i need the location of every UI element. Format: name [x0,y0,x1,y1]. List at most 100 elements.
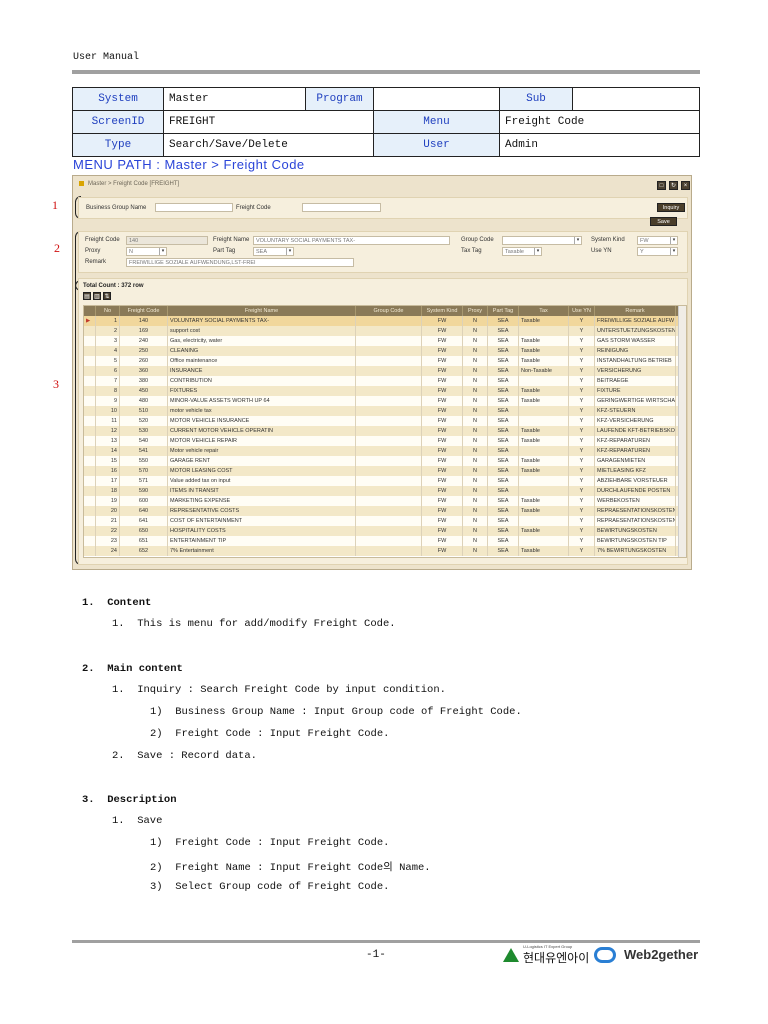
doc-line: 1. Save [112,815,163,827]
column-header[interactable]: Freight Name [168,306,356,316]
table-cell [519,416,569,426]
table-cell: Taxable [519,436,569,446]
table-cell [356,496,422,506]
table-cell: FW [422,436,463,446]
use-yn-select[interactable]: Y ▾ [637,247,678,256]
column-header[interactable]: Group Code [356,306,422,316]
row-marker [84,396,96,406]
doc-line: 1) Freight Code : Input Freight Code. [150,837,390,849]
table-cell [356,456,422,466]
table-cell: N [463,526,488,536]
table-row[interactable]: 17 571 Value added tax on input FW N SEA Y ABZI… [84,476,686,486]
table-cell: Taxable [519,346,569,356]
table-row[interactable]: 11 520 MOTOR VEHICLE INSURANCE FW N SEA Y KFZ-V… [84,416,686,426]
table-row[interactable]: 16 570 MOTOR LEASING COST FW N SEA Taxable Y MIE… [84,466,686,476]
table-row[interactable]: 3 240 Gas, electricity, water FW N SEA Taxable… [84,336,686,346]
column-header[interactable]: Part Tag [488,306,519,316]
table-row[interactable]: 23 651 ENTERTAINMENT TIP FW N SEA Y BEWIRTUNGSK… [84,536,686,546]
table-cell: Taxable [519,496,569,506]
freight-code-grid[interactable]: No Freight Code Freight Name Group Code Syst… [83,305,687,558]
table-cell: SEA [488,376,519,386]
remark-field[interactable]: FREIWILLIGE SOZIALE AUFWENDUNG,LST-FREI [126,258,354,267]
table-cell: 14 [96,446,120,456]
row-marker [84,516,96,526]
table-cell: 18 [96,486,120,496]
table-cell [356,406,422,416]
table-cell: SEA [488,476,519,486]
table-cell: FW [422,506,463,516]
triangle-icon [503,948,519,962]
table-row[interactable]: 12 530 CURRENT MOTOR VEHICLE OPERATIN FW N SE… [84,426,686,436]
refresh-button[interactable]: ↻ [669,181,678,190]
table-row[interactable]: ▶ 1 140 VOLUNTARY SOCIAL PAYMENTS TAX- FW N SE… [84,316,686,326]
save-button[interactable]: Save [650,217,677,226]
table-cell: FW [422,426,463,436]
table-cell: Gas, electricity, water [168,336,356,346]
column-header[interactable]: No [96,306,120,316]
table-cell: ITEMS IN TRANSIT [168,486,356,496]
column-header[interactable] [84,306,96,316]
table-cell: 16 [96,466,120,476]
proxy-select[interactable]: N ▾ [126,247,167,256]
table-cell: 380 [120,376,168,386]
table-row[interactable]: 19 600 MARKETING EXPENSE FW N SEA Taxable Y WERB… [84,496,686,506]
maximize-button[interactable]: □ [657,181,666,190]
table-row[interactable]: 2 169 support cost FW N SEA Y UNTERSTUETZUNGSKO… [84,326,686,336]
table-cell: Y [569,386,595,396]
row-marker [84,436,96,446]
doc-line: 2) Freight Name : Input Freight Code의 Na… [150,862,431,874]
table-row[interactable]: 7 380 CONTRIBUTION FW N SEA Y BEITRAEGE [84,376,686,386]
table-row[interactable]: 15 550 GARAGE RENT FW N SEA Taxable Y GARAGENMIE… [84,456,686,466]
table-cell: FW [422,366,463,376]
inquiry-button[interactable]: Inquiry [657,203,685,212]
table-cell: 17 [96,476,120,486]
table-row[interactable]: 5 260 Office maintenance FW N SEA Taxable Y INST… [84,356,686,366]
table-row[interactable]: 6 360 INSURANCE FW N SEA Non-Taxable Y VERSICHER… [84,366,686,376]
table-cell [356,396,422,406]
table-row[interactable]: 18 590 ITEMS IN TRANSIT FW N SEA Y DURCHLAUFEND… [84,486,686,496]
column-header[interactable]: Use YN [569,306,595,316]
system-kind-select[interactable]: FW ▾ [637,236,678,245]
table-row[interactable]: 10 510 motor vehicle tax FW N SEA Y KFZ-STEUERN [84,406,686,416]
column-settings-icon[interactable]: ⇅ [103,292,111,300]
table-row[interactable]: 22 650 HOSPITALITY COSTS FW N SEA Taxable Y BEWI… [84,526,686,536]
column-header[interactable]: Freight Code [120,306,168,316]
system-value: Master [163,87,306,111]
column-header[interactable]: Tax [519,306,569,316]
table-cell: MOTOR VEHICLE REPAIR [168,436,356,446]
excel-export-icon[interactable]: ▤ [83,292,91,300]
table-cell: FW [422,496,463,506]
row-marker [84,346,96,356]
print-icon[interactable]: ▥ [93,292,101,300]
table-cell [356,316,422,326]
group-code-select[interactable]: ▾ [502,236,582,245]
column-header[interactable]: Proxy [463,306,488,316]
document-header: User Manual [73,52,140,63]
table-row[interactable]: 13 540 MOTOR VEHICLE REPAIR FW N SEA Taxable Y K… [84,436,686,446]
vertical-scrollbar[interactable] [678,306,686,557]
table-cell [519,476,569,486]
column-header[interactable]: System Kind [422,306,463,316]
close-button[interactable]: × [681,181,690,190]
table-row[interactable]: 8 450 FIXTURES FW N SEA Taxable Y FIXTURE [84,386,686,396]
table-row[interactable]: 24 652 7% Entertainment FW N SEA Taxable Y 7% BE… [84,546,686,556]
table-row[interactable]: 14 541 Motor vehicle repair FW N SEA Y KFZ-REPA… [84,446,686,456]
row-marker [84,366,96,376]
freight-code-field[interactable]: 140 [126,236,208,245]
part-tag-select[interactable]: SEA ▾ [253,247,294,256]
column-header[interactable]: Remark [595,306,676,316]
grid-body: ▶ 1 140 VOLUNTARY SOCIAL PAYMENTS TAX- FW N SE… [84,316,686,556]
logo1-text: 현대유엔아이 [523,951,590,965]
table-cell: Y [569,466,595,476]
table-cell: 24 [96,546,120,556]
table-row[interactable]: 9 480 MINOR-VALUE ASSETS WORTH UP 64 FW N SEA… [84,396,686,406]
tax-tag-select[interactable]: Taxable ▾ [502,247,542,256]
table-row[interactable]: 21 641 COST OF ENTERTAINMENT FW N SEA Y REPRAES… [84,516,686,526]
freight-name-field[interactable]: VOLUNTARY SOCIAL PAYMENTS TAX- [253,236,450,245]
table-row[interactable]: 20 640 REPRESENTATIVE COSTS FW N SEA Taxable Y R… [84,506,686,516]
business-group-name-input[interactable] [155,203,233,212]
table-row[interactable]: 4 250 CLEANING FW N SEA Taxable Y REINIGUNG [84,346,686,356]
table-cell: FW [422,476,463,486]
freight-code-search-input[interactable] [302,203,381,212]
table-cell: Y [569,396,595,406]
